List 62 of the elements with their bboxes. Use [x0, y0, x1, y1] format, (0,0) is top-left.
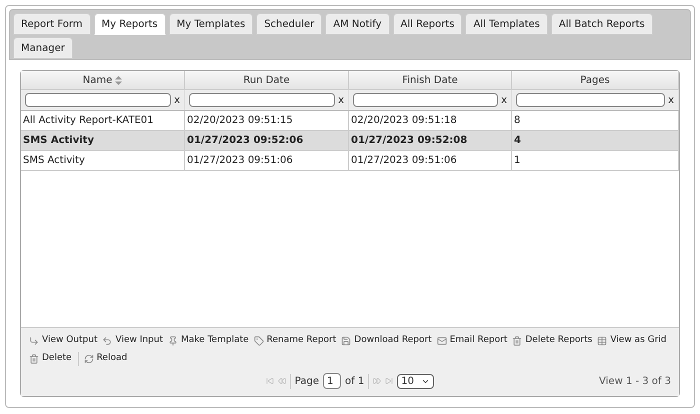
- column-header[interactable]: Finish Date: [349, 71, 512, 89]
- toolbar-action[interactable]: Delete Reports: [512, 334, 592, 348]
- table-cell: 02/20/2023 09:51:18: [349, 111, 512, 130]
- table-cell: 01/27/2023 09:51:06: [185, 151, 349, 170]
- toolbar-action[interactable]: Make Template: [168, 334, 249, 348]
- clear-filter-button[interactable]: x: [174, 92, 180, 108]
- toolbar-action[interactable]: Download Report: [341, 334, 432, 348]
- tab[interactable]: All Batch Reports: [550, 13, 653, 35]
- toolbar-action[interactable]: View as Grid: [597, 334, 667, 348]
- filter-field[interactable]: [189, 93, 336, 107]
- sort-icon: [115, 76, 122, 84]
- filter-field[interactable]: [25, 93, 172, 107]
- table-cell: 01/27/2023 09:52:06: [185, 131, 349, 150]
- clear-filter-button[interactable]: x: [668, 92, 674, 108]
- toolbar-action[interactable]: View Output: [29, 334, 98, 348]
- table-cell: SMS Activity: [21, 151, 185, 170]
- record-summary: View 1 - 3 of 3: [599, 374, 671, 388]
- tab[interactable]: AM Notify: [325, 13, 390, 35]
- mail-icon: [436, 336, 447, 346]
- trash-icon: [29, 354, 39, 364]
- toolbar-action[interactable]: Reload: [84, 352, 128, 366]
- table-row[interactable]: SMS Activity 01/27/2023 09:51:06 01/27/2023 09:51:06 1: [21, 151, 679, 171]
- table-cell: SMS Activity: [21, 131, 185, 150]
- save-icon: [341, 336, 352, 346]
- clear-filter-button[interactable]: x: [338, 92, 344, 108]
- page-size-select[interactable]: 10: [397, 374, 434, 388]
- table-cell: 01/27/2023 09:51:06: [349, 151, 512, 170]
- column-header[interactable]: Pages: [512, 71, 679, 89]
- toolbar-action[interactable]: Delete: [29, 352, 79, 366]
- tab[interactable]: All Reports: [392, 13, 462, 35]
- tab[interactable]: My Reports: [94, 13, 166, 35]
- toolbar-action[interactable]: Email Report: [436, 334, 508, 348]
- clear-filter-button[interactable]: x: [501, 92, 507, 108]
- page-field[interactable]: 1: [323, 373, 342, 389]
- table-cell: 4: [512, 131, 679, 150]
- page-label: Page: [290, 374, 320, 388]
- filter-field[interactable]: [353, 93, 498, 107]
- filter-field[interactable]: [516, 93, 666, 107]
- tag-icon: [254, 336, 264, 346]
- arrow-icon: [29, 336, 39, 346]
- table-cell: 1: [512, 151, 679, 170]
- table-row[interactable]: All Activity Report-KATE01 02/20/2023 09:51:15 02/20/2023 09:51:18 8: [21, 111, 679, 131]
- toolbar-action[interactable]: Rename Report: [254, 334, 336, 348]
- trash-icon: [512, 336, 522, 346]
- tab[interactable]: Manager: [13, 37, 73, 59]
- tab[interactable]: All Templates: [465, 13, 548, 35]
- tab[interactable]: My Templates: [168, 13, 254, 35]
- table-cell: 8: [512, 111, 679, 130]
- undo-icon: [102, 336, 112, 346]
- table-cell: 02/20/2023 09:51:15: [185, 111, 349, 130]
- tab[interactable]: Report Form: [13, 13, 91, 35]
- table-icon: [597, 336, 608, 346]
- table-cell: 01/27/2023 09:52:08: [349, 131, 512, 150]
- toolbar-action[interactable]: View Input: [102, 334, 164, 348]
- refresh-icon: [84, 354, 94, 364]
- column-header[interactable]: Name: [21, 71, 185, 89]
- table-cell: All Activity Report-KATE01: [21, 111, 185, 130]
- tab[interactable]: Scheduler: [256, 13, 322, 35]
- table-row[interactable]: SMS Activity 01/27/2023 09:52:06 01/27/2023 09:52:08 4: [21, 131, 679, 151]
- column-header[interactable]: Run Date: [185, 71, 349, 89]
- page-count: of 1: [345, 374, 370, 388]
- pin-icon: [168, 336, 178, 346]
